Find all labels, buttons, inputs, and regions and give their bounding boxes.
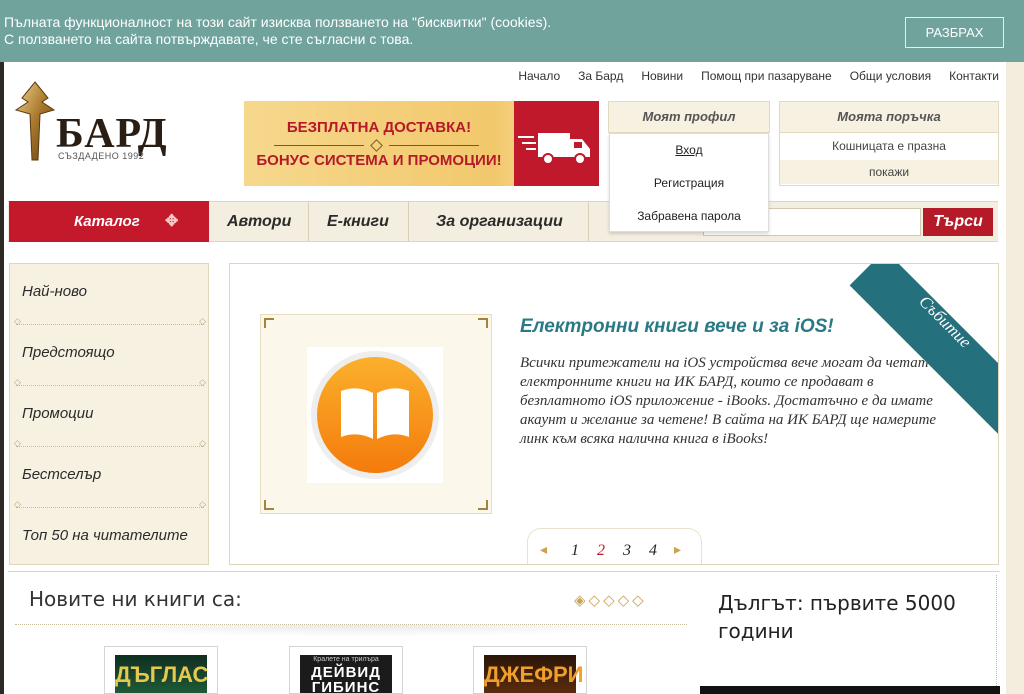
frame-corner — [264, 318, 274, 328]
menu-catalog[interactable]: Каталог ✥ — [9, 201, 209, 242]
ornament-icon: ✥ — [165, 213, 179, 230]
top-nav-home[interactable]: Начало — [518, 69, 560, 83]
logo[interactable]: БАРД СЪЗДАДЕНО 1992 — [10, 80, 185, 165]
menu-ebooks[interactable]: Е-книги — [327, 201, 389, 242]
logo-emblem-icon — [14, 81, 56, 161]
book-cover-2: Кралете на трилъра ДЕЙВИД ГИБИНС — [300, 655, 392, 694]
sidebar-item-top50[interactable]: Топ 50 на читателите — [10, 508, 208, 569]
top-nav-contacts[interactable]: Контакти — [949, 69, 999, 83]
top-nav-terms[interactable]: Общи условия — [850, 69, 931, 83]
menu-authors[interactable]: Автори — [227, 201, 291, 242]
sidebar-item-bestseller[interactable]: Бестселър — [10, 447, 208, 510]
new-books-title: Новите ни книги са: — [29, 587, 242, 611]
carousel-dots-icon[interactable]: ◈◇◇◇◇ — [574, 591, 647, 609]
sidebar-item-promotions[interactable]: Промоции — [10, 386, 208, 449]
sidebar-item-label: Най-ново — [22, 283, 87, 300]
new-books-section: Новите ни книги са: ◈◇◇◇◇ — [9, 575, 692, 637]
banner-line-1: БЕЗПЛАТНА ДОСТАВКА! — [286, 119, 472, 136]
cookie-line-2: С ползването на сайта потвърждавате, че … — [4, 31, 414, 47]
book-card[interactable]: Кралете на трилъра ДЕЙВИД ГИБИНС — [289, 646, 403, 694]
book-author-first: ДЕЙВИД — [311, 664, 381, 681]
ibooks-icon — [311, 351, 439, 479]
slide-title[interactable]: Електронни книги вече и за iOS! — [520, 316, 834, 338]
pager-page-2[interactable]: 2 — [597, 542, 605, 560]
pager-next-arrow-icon[interactable]: ▸ — [674, 541, 681, 558]
top-nav: Начало За Бард Новини Помощ при пазарува… — [518, 69, 999, 83]
box-border — [996, 575, 997, 694]
sidebar-item-upcoming[interactable]: Предстоящо — [10, 325, 208, 388]
ibooks-app-icon — [307, 347, 443, 483]
pager-page-4[interactable]: 4 — [649, 542, 657, 560]
menu-divider — [408, 201, 409, 242]
frame-corner — [264, 500, 274, 510]
menu-divider — [308, 201, 309, 242]
pager-prev-arrow-icon[interactable]: ◂ — [540, 541, 547, 558]
featured-slider: Електронни книги вече и за iOS! Всички п… — [229, 263, 999, 565]
sidebar: Най-ново Предстоящо Промоции Бестселър Т… — [9, 263, 209, 565]
slide-image-frame[interactable] — [260, 314, 492, 514]
frame-corner — [478, 318, 488, 328]
book-card[interactable]: ДЖЕФРИ — [473, 646, 587, 694]
featured-book-box: Дългът: първите 5000 години — [700, 575, 1000, 694]
banner-separator — [389, 145, 479, 146]
featured-book-title[interactable]: Дългът: първите 5000 години — [718, 589, 978, 645]
slider-pager: ◂ 1 2 3 4 ▸ — [527, 528, 702, 564]
cookie-bar: Пълната функционалност на този сайт изис… — [0, 0, 1024, 62]
logo-tagline: СЪЗДАДЕНО 1992 — [58, 151, 145, 161]
top-nav-about[interactable]: За Бард — [578, 69, 623, 83]
banner-line-2: БОНУС СИСТЕМА И ПРОМОЦИИ! — [256, 152, 502, 169]
section-shadow — [29, 625, 689, 637]
book-cover-3: ДЖЕФРИ — [484, 655, 584, 693]
cookie-accept-button[interactable]: РАЗБРАХ — [905, 17, 1004, 48]
cart-status: Кошницата е празна — [832, 139, 946, 153]
menu-organizations[interactable]: За организации — [436, 201, 563, 242]
forgot-password-link[interactable]: Забравена парола — [610, 200, 768, 233]
book-cover-1: ДЪГЛАС — [115, 655, 208, 693]
delivery-truck-icon — [518, 133, 590, 165]
book-card[interactable]: ДЪГЛАС — [104, 646, 218, 694]
left-background-strip — [0, 62, 4, 694]
menu-catalog-label: Каталог — [74, 213, 140, 230]
sidebar-item-label: Бестселър — [22, 466, 102, 483]
sidebar-item-label: Промоции — [22, 405, 94, 422]
my-profile-button[interactable]: Моят профил — [608, 101, 770, 133]
frame-corner — [478, 500, 488, 510]
banner-separator — [274, 145, 364, 146]
sidebar-item-label: Предстоящо — [22, 344, 115, 361]
promo-banner[interactable]: БЕЗПЛАТНА ДОСТАВКА! БОНУС СИСТЕМА И ПРОМ… — [244, 101, 599, 186]
slide-text: Всички притежатели на iOS устройства веч… — [520, 355, 937, 447]
profile-dropdown: Вход Регистрация Забравена парола — [609, 133, 769, 232]
order-panel: Кошницата е празна покажи — [779, 133, 999, 186]
register-link[interactable]: Регистрация — [610, 167, 768, 200]
search-button[interactable]: Търси — [923, 208, 993, 236]
featured-book-image[interactable] — [700, 686, 1000, 694]
my-order-button[interactable]: Моята поръчка — [779, 101, 999, 133]
pager-page-1[interactable]: 1 — [571, 542, 579, 560]
cookie-message: Пълната функционалност на този сайт изис… — [4, 14, 864, 48]
top-nav-news[interactable]: Новини — [641, 69, 683, 83]
login-link[interactable]: Вход — [610, 134, 768, 167]
banner-diamond-icon — [370, 139, 383, 152]
sidebar-item-newest[interactable]: Най-ново — [10, 264, 208, 327]
top-nav-help[interactable]: Помощ при пазаруване — [701, 69, 832, 83]
cookie-line-1: Пълната функционалност на този сайт изис… — [4, 14, 552, 30]
show-cart-button[interactable]: покажи — [780, 160, 998, 184]
menu-divider — [588, 201, 589, 242]
pager-page-3[interactable]: 3 — [623, 542, 631, 560]
section-divider — [8, 566, 1000, 572]
book-author-last: ГИБИНС — [311, 679, 381, 694]
sidebar-item-label: Топ 50 на читателите — [22, 527, 188, 544]
right-background-strip — [1006, 62, 1024, 694]
